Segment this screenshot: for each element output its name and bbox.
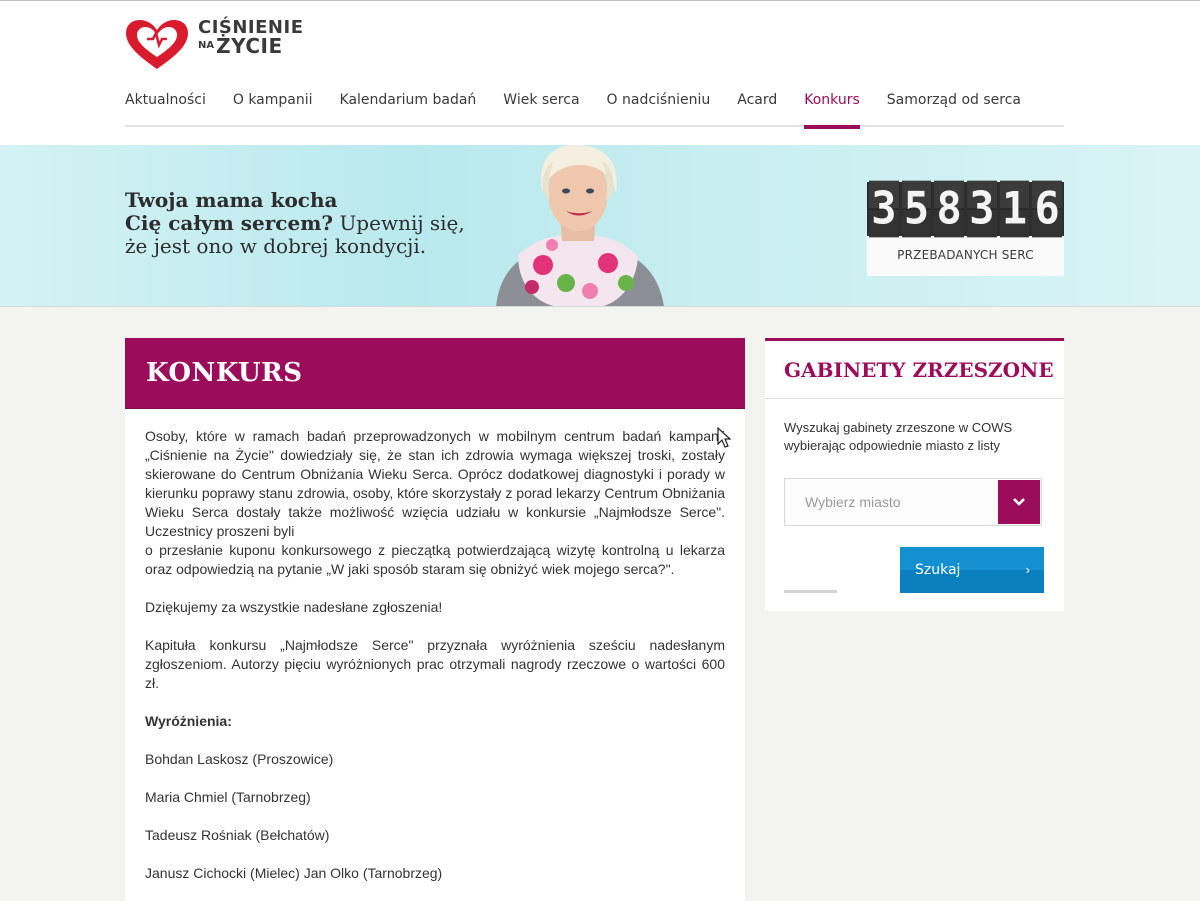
page-title: KONKURS xyxy=(146,358,303,388)
chevron-down-icon[interactable] xyxy=(998,480,1040,524)
article-paragraph: o przesłanie kuponu konkursowego z piecz… xyxy=(145,542,725,577)
nav-item-samorzad[interactable]: Samorząd od serca xyxy=(887,85,1021,127)
banner-rest-2: że jest ono w dobrej kondycji. xyxy=(125,234,427,258)
logo-line2: ŻYCIE xyxy=(216,34,283,58)
counter-digit: 1 xyxy=(999,180,1030,238)
city-select[interactable]: Wybierz miasto xyxy=(784,478,1042,526)
logo-wordmark: CIŚNIENIE NA ŻYCIE xyxy=(198,19,318,58)
counter-digit: 3 xyxy=(967,180,997,238)
nav-item-aktualnosci[interactable]: Aktualności xyxy=(125,85,206,127)
mouse-cursor-icon xyxy=(717,427,731,448)
nav-item-o-kampanii[interactable]: O kampanii xyxy=(233,85,313,127)
article-body: Osoby, które w ramach badań przeprowadzo… xyxy=(125,409,745,883)
nav-item-wiek-serca[interactable]: Wiek serca xyxy=(503,85,579,127)
nav-item-o-nadcisnieniu[interactable]: O nadciśnieniu xyxy=(607,85,711,127)
site-logo[interactable]: CIŚNIENIE NA ŻYCIE xyxy=(125,19,315,71)
widget-description: Wyszukaj gabinety zrzeszone w COWS wybie… xyxy=(784,420,1013,453)
winner-item: Tadeusz Rośniak (Bełchatów) xyxy=(145,827,330,843)
main-content: KONKURS Osoby, które w ramach badań prze… xyxy=(125,338,745,901)
nav-item-kalendarium[interactable]: Kalendarium badań xyxy=(340,85,477,127)
article-paragraph: Kapituła konkursu „Najmłodsze Serce" prz… xyxy=(145,637,725,691)
winner-item: Janusz Cichocki (Mielec) Jan Olko (Tarno… xyxy=(145,865,443,881)
site-header: CIŚNIENIE NA ŻYCIE Aktualności O kampanii… xyxy=(0,0,1200,145)
page-title-bar: KONKURS xyxy=(125,338,745,409)
search-button[interactable]: Szukaj › xyxy=(900,547,1044,593)
main-nav: Aktualności O kampanii Kalendarium badań… xyxy=(125,85,1064,129)
banner-tagline: Twoja mama kocha Cię całym sercem? Upewn… xyxy=(125,189,485,258)
chevron-right-icon: › xyxy=(1025,562,1030,577)
counter-digits: 3 5 8 3 1 6 xyxy=(867,180,1064,238)
woman-portrait-image xyxy=(496,145,664,306)
city-select-placeholder: Wybierz miasto xyxy=(805,494,901,510)
logo-na: NA xyxy=(198,40,215,51)
widget-header: GABINETY ZRZESZONE xyxy=(765,341,1064,399)
banner-rest-1: Upewnij się, xyxy=(333,211,465,235)
heart-logo-icon xyxy=(126,20,188,69)
banner-bold-1: Twoja mama kocha xyxy=(125,188,338,212)
widget-divider xyxy=(784,590,837,593)
nav-item-acard[interactable]: Acard xyxy=(737,85,777,127)
nav-item-konkurs[interactable]: Konkurs xyxy=(804,85,860,129)
hero-banner: Twoja mama kocha Cię całym sercem? Upewn… xyxy=(0,145,1200,307)
clinics-widget: GABINETY ZRZESZONE Wyszukaj gabinety zrz… xyxy=(765,338,1064,611)
banner-bold-2: Cię całym sercem? xyxy=(125,211,334,235)
counter-label: PRZEBADANYCH SERC xyxy=(897,248,1034,262)
heart-counter: 3 5 8 3 1 6 PRZEBADANYCH SERC xyxy=(867,180,1064,276)
widget-title: GABINETY ZRZESZONE xyxy=(784,358,1054,382)
counter-digit: 5 xyxy=(901,180,932,238)
search-button-label: Szukaj xyxy=(915,562,961,578)
winners-heading: Wyróżnienia: xyxy=(145,713,232,729)
article-paragraph: Osoby, które w ramach badań przeprowadzo… xyxy=(145,428,725,539)
counter-digit: 6 xyxy=(1032,180,1063,238)
winner-item: Bohdan Laskosz (Proszowice) xyxy=(145,751,334,767)
counter-digit: 3 xyxy=(869,180,899,238)
winner-item: Maria Chmiel (Tarnobrzeg) xyxy=(145,789,311,805)
article-paragraph: Dziękujemy za wszystkie nadesłane zgłosz… xyxy=(145,599,443,615)
counter-digit: 8 xyxy=(934,180,965,238)
